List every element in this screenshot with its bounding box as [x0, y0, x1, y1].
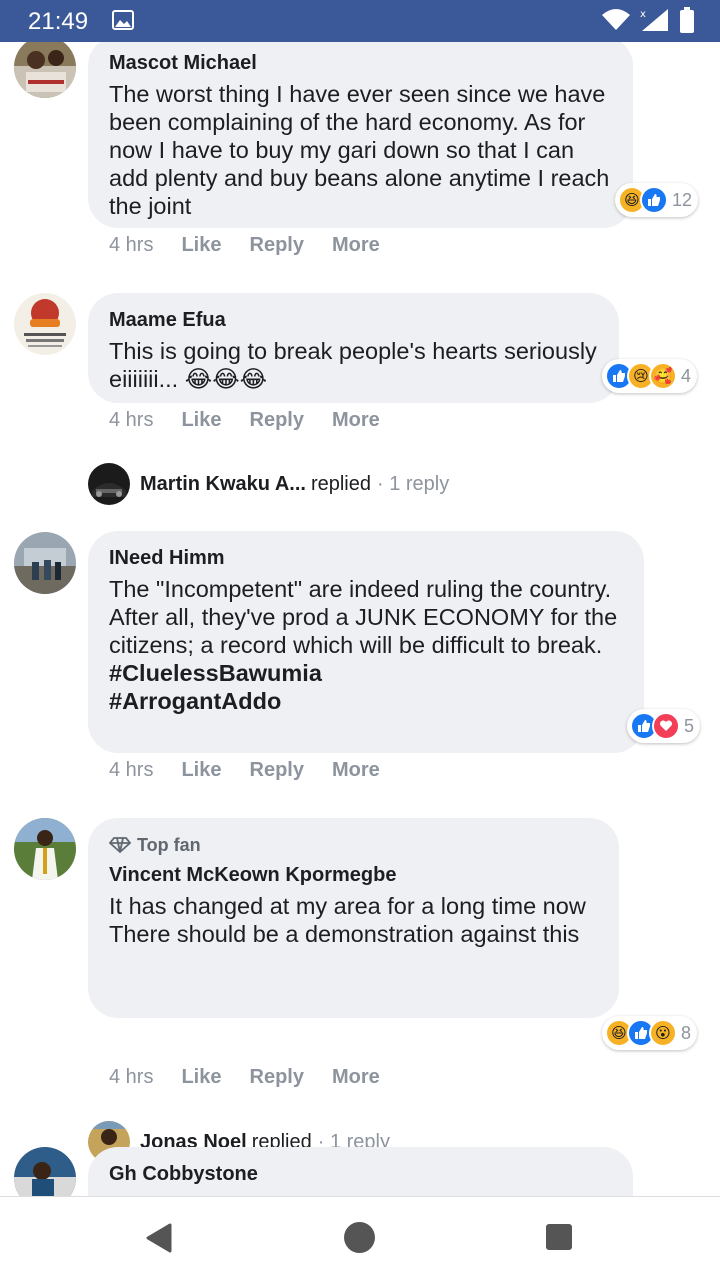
image-icon: [112, 10, 134, 30]
reply-button[interactable]: Reply: [250, 1066, 304, 1089]
like-button[interactable]: Like: [181, 759, 221, 782]
avatar[interactable]: [14, 1147, 76, 1196]
reaction-count: 5: [684, 715, 695, 736]
reaction-count: 4: [681, 365, 692, 386]
avatar[interactable]: [14, 293, 76, 355]
comment-author[interactable]: Maame Efua: [109, 307, 597, 333]
comments-feed[interactable]: Mascot Michael The worst thing I have ev…: [0, 42, 720, 1196]
comment-actions: 4 hrs Like Reply More: [109, 234, 408, 257]
status-bar: 21:49 x: [0, 0, 720, 42]
care-reaction-icon: 🥰: [649, 362, 677, 390]
comment-bubble[interactable]: Maame Efua This is going to break people…: [88, 293, 619, 403]
reactions-summary[interactable]: 😆 12: [615, 183, 699, 217]
reply-verb: replied: [310, 472, 371, 495]
comment-time: 4 hrs: [109, 1066, 154, 1088]
comment-bubble[interactable]: Top fan Vincent McKeown Kpormegbe It has…: [88, 818, 619, 1018]
wow-reaction-icon: 😮: [649, 1019, 677, 1047]
status-time: 21:49: [28, 8, 89, 35]
reply-button[interactable]: Reply: [250, 409, 304, 432]
comment-body: The "Incompetent" are indeed ruling the …: [109, 576, 618, 658]
back-icon[interactable]: [146, 1223, 172, 1253]
svg-text:x: x: [640, 9, 646, 20]
more-button[interactable]: More: [332, 234, 380, 257]
like-button[interactable]: Like: [181, 234, 221, 257]
signal-icon: x: [640, 9, 668, 31]
reactions-summary[interactable]: 5: [627, 709, 701, 743]
more-button[interactable]: More: [332, 1066, 380, 1089]
comment-time: 4 hrs: [109, 234, 154, 256]
reaction-count: 12: [672, 189, 693, 210]
comment-text: The "Incompetent" are indeed ruling the …: [109, 575, 622, 715]
battery-icon: [680, 7, 694, 33]
comment-author[interactable]: INeed Himm: [109, 545, 622, 571]
comment-time: 4 hrs: [109, 409, 154, 431]
reply-author: Martin Kwaku A...: [140, 472, 306, 495]
reply-button[interactable]: Reply: [250, 234, 304, 257]
comment-bubble[interactable]: Gh Cobbystone: [88, 1147, 633, 1196]
comment-time: 4 hrs: [109, 759, 154, 781]
like-button[interactable]: Like: [181, 1066, 221, 1089]
top-fan-badge: Top fan: [109, 832, 597, 858]
home-icon[interactable]: [344, 1222, 375, 1253]
comment-text: This is going to break people's hearts s…: [109, 338, 597, 392]
like-reaction-icon: [640, 186, 668, 214]
diamond-icon: [109, 837, 131, 853]
reactions-summary[interactable]: 😢 🥰 4: [602, 359, 698, 393]
reactions-summary[interactable]: 😆 😮 8: [602, 1016, 698, 1050]
wifi-icon: [602, 9, 630, 30]
avatar[interactable]: [14, 532, 76, 594]
system-nav-bar: [0, 1196, 720, 1280]
view-replies-link[interactable]: Martin Kwaku A... replied · 1 reply: [88, 463, 449, 505]
comment-actions: 4 hrs Like Reply More: [109, 759, 408, 782]
more-button[interactable]: More: [332, 759, 380, 782]
comment-actions: 4 hrs Like Reply More: [109, 1066, 408, 1089]
recents-icon[interactable]: [546, 1224, 572, 1250]
like-button[interactable]: Like: [181, 409, 221, 432]
hashtag[interactable]: #ArrogantAddo: [109, 688, 281, 714]
more-button[interactable]: More: [332, 409, 380, 432]
reply-count: · 1 reply: [377, 472, 450, 495]
comment-actions: 4 hrs Like Reply More: [109, 409, 408, 432]
avatar[interactable]: [14, 818, 76, 880]
comment-bubble[interactable]: Mascot Michael The worst thing I have ev…: [88, 42, 633, 228]
comment-text: It has changed at my area for a long tim…: [109, 893, 586, 947]
comment-author[interactable]: Gh Cobbystone: [109, 1161, 611, 1187]
reply-button[interactable]: Reply: [250, 759, 304, 782]
comment-author[interactable]: Mascot Michael: [109, 50, 611, 76]
comment-text: The worst thing I have ever seen since w…: [109, 81, 610, 219]
avatar: [88, 463, 130, 505]
top-fan-label: Top fan: [137, 835, 201, 855]
hashtag[interactable]: #CluelessBawumia: [109, 660, 322, 686]
avatar[interactable]: [14, 42, 76, 98]
love-reaction-icon: [652, 712, 680, 740]
reaction-count: 8: [681, 1022, 692, 1043]
comment-bubble[interactable]: INeed Himm The "Incompetent" are indeed …: [88, 531, 644, 753]
comment-author[interactable]: Vincent McKeown Kpormegbe: [109, 862, 597, 888]
